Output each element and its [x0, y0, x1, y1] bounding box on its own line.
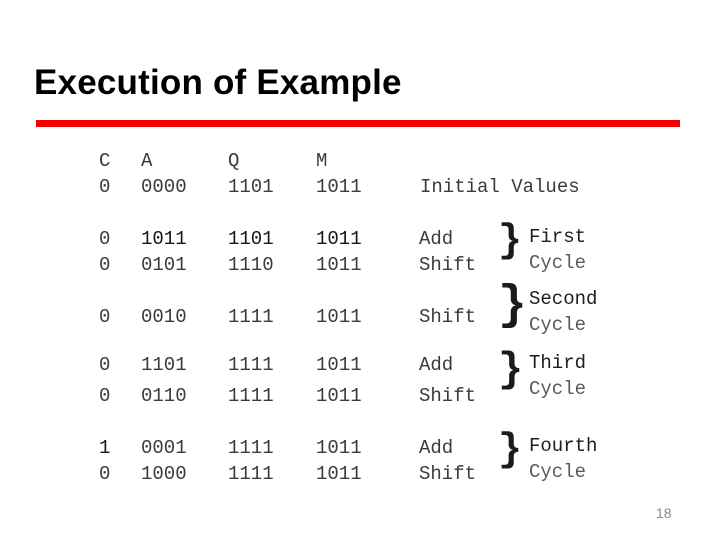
cycle-label-line2: Cycle — [529, 461, 587, 483]
table-row: 0 1000 1111 1011 Shift — [0, 461, 720, 487]
cycle-brace-icon: } — [498, 346, 524, 394]
cell-a: 0101 — [141, 254, 187, 276]
cycle-label-line1: Fourth — [529, 435, 598, 457]
cell-q: 1110 — [228, 254, 274, 276]
cell-c: 0 — [99, 176, 111, 198]
cycle-label: Third Cycle — [529, 350, 586, 402]
cell-m: 1011 — [316, 306, 362, 328]
cell-q: 1101 — [228, 228, 274, 250]
cell-q: 1111 — [228, 354, 274, 376]
cell-q: 1111 — [228, 306, 274, 328]
column-header-m: M — [316, 150, 328, 172]
cycle-label-line1: Third — [529, 352, 587, 374]
cell-a: 1101 — [141, 354, 187, 376]
cycle-brace-icon: } — [498, 219, 523, 264]
cycle-label-line2: Cycle — [529, 378, 587, 400]
cell-q: 1111 — [228, 437, 274, 459]
cell-m: 1011 — [316, 176, 362, 198]
cell-c: 0 — [99, 463, 111, 485]
execution-trace-table: C A Q M 0 0000 1101 1011 Initial Values … — [0, 0, 720, 540]
cell-a: 0110 — [141, 385, 187, 407]
cell-a: 0001 — [141, 437, 187, 459]
table-row: 0 1101 1111 1011 Add — [0, 352, 720, 378]
cell-q: 1101 — [228, 176, 274, 198]
cell-c: 0 — [99, 306, 111, 328]
table-row-initial: 0 0000 1101 1011 Initial Values — [0, 174, 720, 200]
cell-c: 0 — [99, 385, 111, 407]
cycle-brace-icon: } — [498, 428, 523, 473]
cell-q: 1111 — [228, 385, 274, 407]
cell-m: 1011 — [316, 385, 362, 407]
column-header-c: C — [99, 150, 111, 172]
cell-c: 0 — [99, 254, 111, 276]
cell-c: 1 — [99, 437, 111, 459]
slide-canvas: Execution of Example C A Q M 0 0000 1101… — [0, 0, 720, 540]
table-row: 0 0010 1111 1011 Shift — [0, 304, 720, 330]
cell-c: 0 — [99, 354, 111, 376]
column-header-q: Q — [228, 150, 240, 172]
cell-m: 1011 — [316, 254, 362, 276]
cell-a: 1000 — [141, 463, 187, 485]
table-header-row: C A Q M — [0, 148, 720, 174]
cycle-label-line1: First — [529, 226, 587, 248]
cell-m: 1011 — [316, 228, 362, 250]
cell-a: 1011 — [141, 228, 187, 250]
cycle-label: Second Cycle — [529, 286, 597, 338]
table-row: 1 0001 1111 1011 Add — [0, 435, 720, 461]
cell-a: 0000 — [141, 176, 187, 198]
table-row: 0 0110 1111 1011 Shift — [0, 383, 720, 409]
cell-q: 1111 — [228, 463, 274, 485]
cycle-brace-icon: } — [498, 279, 527, 333]
cycle-label: Fourth Cycle — [529, 433, 597, 485]
cell-m: 1011 — [316, 437, 362, 459]
table-row: 0 1011 1101 1011 Add — [0, 226, 720, 252]
cycle-label-line2: Cycle — [529, 252, 587, 274]
cell-note: Initial Values — [420, 176, 580, 198]
cell-m: 1011 — [316, 463, 362, 485]
cell-c: 0 — [99, 228, 111, 250]
cell-a: 0010 — [141, 306, 187, 328]
cycle-label: First Cycle — [529, 224, 586, 276]
table-row: 0 0101 1110 1011 Shift — [0, 252, 720, 278]
cycle-label-line1: Second — [529, 288, 598, 310]
column-header-a: A — [141, 150, 153, 172]
cell-m: 1011 — [316, 354, 362, 376]
cycle-label-line2: Cycle — [529, 314, 587, 336]
page-number: 18 — [656, 505, 672, 521]
